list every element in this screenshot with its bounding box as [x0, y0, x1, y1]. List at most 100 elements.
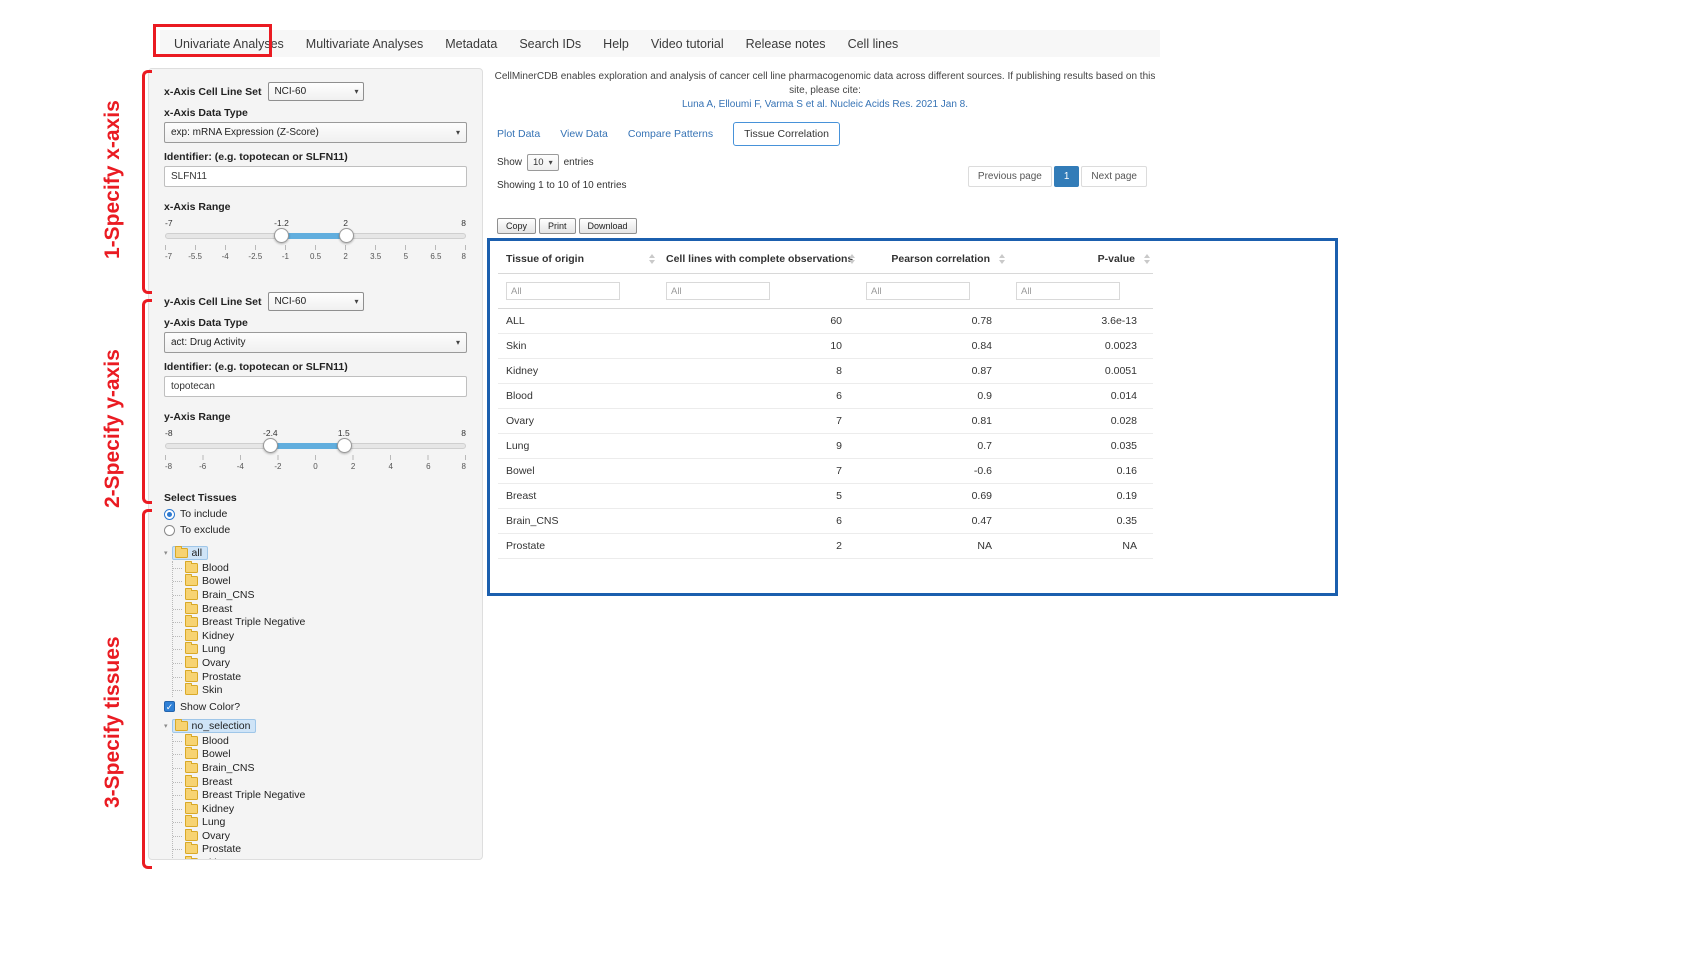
tree-node-prostate[interactable]: Prostate — [185, 670, 467, 684]
y-range-low-handle[interactable] — [263, 438, 278, 453]
tree-node-breast[interactable]: Breast — [185, 775, 467, 789]
filter-pearson-input[interactable] — [866, 282, 970, 300]
col-header-tissue-of-origin[interactable]: Tissue of origin — [498, 245, 658, 274]
tab-tissue-correlation[interactable]: Tissue Correlation — [733, 122, 840, 146]
tab-view-data[interactable]: View Data — [560, 128, 608, 140]
filter-tissue-input[interactable] — [506, 282, 620, 300]
x-range-high-handle[interactable] — [339, 228, 354, 243]
tree-node-bowel[interactable]: Bowel — [185, 748, 467, 762]
nav-help[interactable]: Help — [592, 37, 640, 51]
table-row[interactable]: Ovary 7 0.81 0.028 — [498, 409, 1153, 434]
tree-node-skin[interactable]: Skin — [185, 856, 467, 860]
copy-button[interactable]: Copy — [497, 218, 536, 234]
tree-node-lung[interactable]: Lung — [185, 643, 467, 657]
filter-cell-lines-input[interactable] — [666, 282, 770, 300]
table-row[interactable]: ALL 60 0.78 3.6e-13 — [498, 309, 1153, 334]
tree-node-prostate[interactable]: Prostate — [185, 843, 467, 857]
tree-node-no-selection[interactable]: ▾ no_selection — [164, 719, 467, 733]
sort-icon[interactable] — [1144, 254, 1150, 264]
y-data-type-select[interactable]: act: Drug Activity ▾ — [164, 332, 467, 353]
tree-node-selected[interactable]: no_selection — [172, 719, 257, 733]
tree-expanded-icon[interactable]: ▾ — [164, 549, 168, 557]
tree-node-selected[interactable]: all — [172, 546, 209, 560]
tick-label: -1 — [282, 252, 289, 261]
cell-pvalue: NA — [1008, 534, 1153, 559]
sort-icon[interactable] — [999, 254, 1005, 264]
checkbox-checked-icon[interactable]: ✓ — [164, 701, 175, 712]
table-row[interactable]: Blood 6 0.9 0.014 — [498, 384, 1153, 409]
y-range-high-handle[interactable] — [337, 438, 352, 453]
x-cell-line-set-select[interactable]: NCI-60 ▾ — [268, 82, 364, 101]
cell-pvalue: 3.6e-13 — [1008, 309, 1153, 334]
folder-icon — [185, 844, 198, 854]
download-button[interactable]: Download — [579, 218, 637, 234]
nav-univariate-analyses[interactable]: Univariate Analyses — [163, 37, 295, 51]
x-range-min-label: -7 — [165, 218, 173, 228]
y-range-tick-labels: -8 -6 -4 -2 0 2 4 6 8 — [165, 462, 466, 472]
table-row[interactable]: Brain_CNS 6 0.47 0.35 — [498, 509, 1153, 534]
x-data-type-select[interactable]: exp: mRNA Expression (Z-Score) ▾ — [164, 122, 467, 143]
entries-count-select[interactable]: 10 ▾ — [527, 154, 559, 171]
table-row[interactable]: Bowel 7 -0.6 0.16 — [498, 459, 1153, 484]
next-page-button[interactable]: Next page — [1081, 166, 1147, 187]
cell-count: 60 — [658, 309, 858, 334]
radio-selected-icon[interactable] — [164, 509, 175, 520]
tick-label: 0.5 — [310, 252, 321, 261]
sort-icon[interactable] — [649, 254, 655, 264]
nav-cell-lines[interactable]: Cell lines — [837, 37, 910, 51]
tissues-exclude-radio-row[interactable]: To exclude — [164, 524, 467, 536]
page-1-button[interactable]: 1 — [1054, 166, 1080, 187]
previous-page-button[interactable]: Previous page — [968, 166, 1052, 187]
tree-node-ovary[interactable]: Ovary — [185, 656, 467, 670]
table-row[interactable]: Skin 10 0.84 0.0023 — [498, 334, 1153, 359]
filter-p-value-input[interactable] — [1016, 282, 1120, 300]
tree-node-ovary[interactable]: Ovary — [185, 829, 467, 843]
col-header-cell-lines[interactable]: Cell lines with complete observations — [658, 245, 858, 274]
x-axis-range-slider: -7 8 -1.2 2 -7 -5.5 -4 -2.5 -1 0.5 2 3.5… — [165, 218, 466, 270]
table-row[interactable]: Kidney 8 0.87 0.0051 — [498, 359, 1153, 384]
tissues-include-radio-row[interactable]: To include — [164, 508, 467, 520]
y-identifier-input[interactable] — [164, 376, 467, 397]
x-range-low-handle[interactable] — [274, 228, 289, 243]
tree-node-lung[interactable]: Lung — [185, 816, 467, 830]
cell-pvalue: 0.35 — [1008, 509, 1153, 534]
radio-unselected-icon[interactable] — [164, 525, 175, 536]
tree-node-brain-cns[interactable]: Brain_CNS — [185, 761, 467, 775]
x-identifier-input[interactable] — [164, 166, 467, 187]
nav-multivariate-analyses[interactable]: Multivariate Analyses — [295, 37, 434, 51]
tree-node-kidney[interactable]: Kidney — [185, 629, 467, 643]
nav-video-tutorial[interactable]: Video tutorial — [640, 37, 735, 51]
nav-search-ids[interactable]: Search IDs — [508, 37, 592, 51]
show-color-checkbox-row[interactable]: ✓ Show Color? — [164, 701, 467, 713]
tree-node-blood[interactable]: Blood — [185, 561, 467, 575]
tree-node-all[interactable]: ▾ all — [164, 546, 467, 560]
tree-node-brain-cns[interactable]: Brain_CNS — [185, 588, 467, 602]
x-range-low-value: -1.2 — [274, 218, 289, 228]
y-cell-line-set-select[interactable]: NCI-60 ▾ — [268, 292, 364, 311]
nav-metadata[interactable]: Metadata — [434, 37, 508, 51]
cell-pearson: 0.84 — [858, 334, 1008, 359]
tree-node-breast-triple-negative[interactable]: Breast Triple Negative — [185, 788, 467, 802]
col-header-p-value[interactable]: P-value — [1008, 245, 1153, 274]
tree-node-breast-triple-negative[interactable]: Breast Triple Negative — [185, 615, 467, 629]
tree-node-skin[interactable]: Skin — [185, 683, 467, 697]
table-row[interactable]: Breast 5 0.69 0.19 — [498, 484, 1153, 509]
tick-label: 6.5 — [430, 252, 441, 261]
table-row[interactable]: Lung 9 0.7 0.035 — [498, 434, 1153, 459]
tree-node-bowel[interactable]: Bowel — [185, 575, 467, 589]
cell-count: 10 — [658, 334, 858, 359]
tree-node-kidney[interactable]: Kidney — [185, 802, 467, 816]
nav-release-notes[interactable]: Release notes — [735, 37, 837, 51]
table-row[interactable]: Prostate 2 NA NA — [498, 534, 1153, 559]
tab-plot-data[interactable]: Plot Data — [497, 128, 540, 140]
folder-icon — [185, 817, 198, 827]
sort-icon[interactable] — [849, 254, 855, 264]
tree-expanded-icon[interactable]: ▾ — [164, 722, 168, 730]
tree-node-blood[interactable]: Blood — [185, 734, 467, 748]
cell-pearson: 0.69 — [858, 484, 1008, 509]
print-button[interactable]: Print — [539, 218, 576, 234]
col-header-pearson-correlation[interactable]: Pearson correlation — [858, 245, 1008, 274]
citation-link[interactable]: Luna A, Elloumi F, Varma S et al. Nuclei… — [487, 99, 1163, 110]
tab-compare-patterns[interactable]: Compare Patterns — [628, 128, 713, 140]
tree-node-breast[interactable]: Breast — [185, 602, 467, 616]
